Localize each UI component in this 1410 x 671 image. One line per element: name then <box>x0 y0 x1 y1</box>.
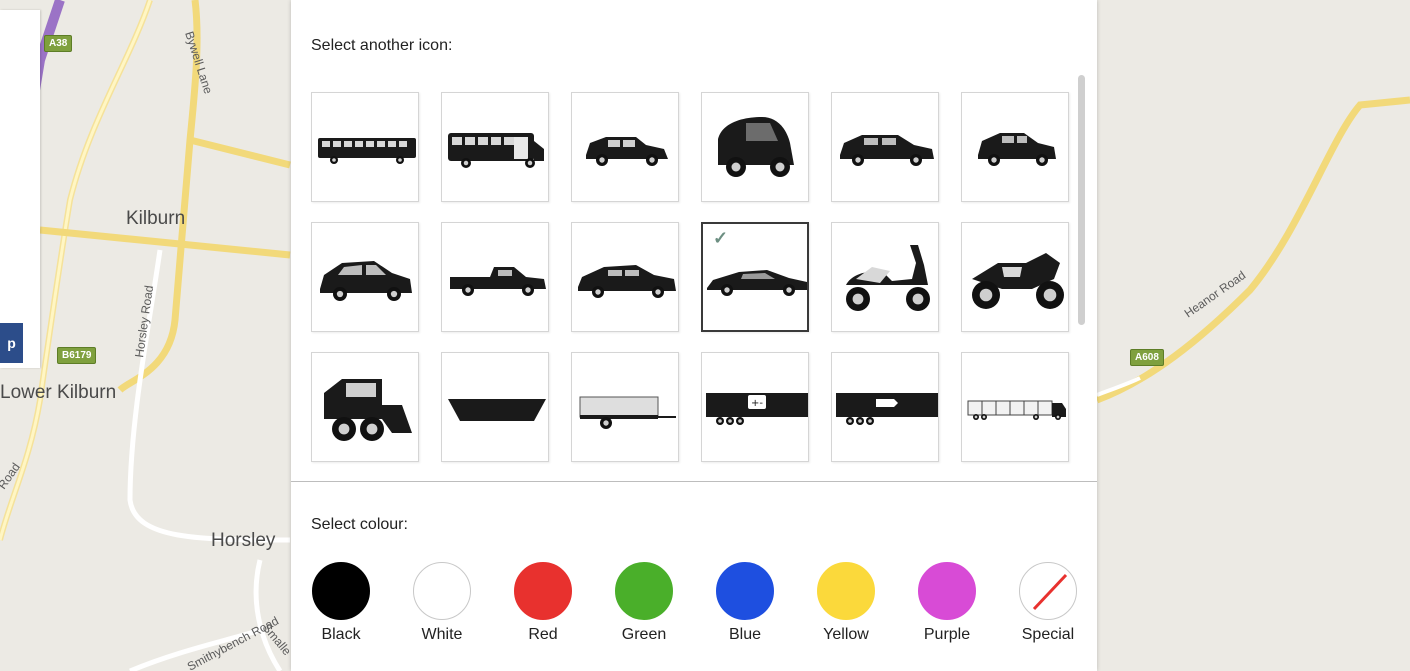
no-colour-icon <box>1032 573 1068 611</box>
icon-tile-pickup-truck[interactable] <box>441 222 549 332</box>
minibus-icon <box>448 133 544 168</box>
icon-tile-scooter[interactable] <box>831 222 939 332</box>
svg-text:+-: +- <box>751 398 763 409</box>
colour-label-red: Red <box>528 626 558 643</box>
road-shield-a608: A608 <box>1130 349 1164 366</box>
hatchback-icon <box>978 133 1056 166</box>
skid-steer-loader-icon <box>324 379 412 441</box>
icon-tile-estate-car[interactable] <box>831 92 939 202</box>
smart-car-icon <box>718 117 794 177</box>
icon-tile-saloon[interactable] <box>571 222 679 332</box>
articulated-lorry-icon <box>967 400 1066 420</box>
icon-tile-skid-steer-loader[interactable] <box>311 352 419 462</box>
estate-car-icon <box>840 135 934 166</box>
scooter-icon <box>846 245 930 311</box>
skip-icon <box>448 399 546 421</box>
colour-swatch-red[interactable] <box>514 562 572 620</box>
saloon-icon <box>578 265 676 298</box>
suv-icon <box>586 137 668 166</box>
icon-grid-scrollbar[interactable] <box>1078 75 1085 325</box>
icon-tile-sports-car[interactable]: ✓ <box>701 222 809 332</box>
battery-trailer-icon: +- <box>706 393 808 425</box>
colour-label-purple: Purple <box>923 626 971 643</box>
colour-label-yellow: Yellow <box>823 626 869 643</box>
tag-trailer-icon <box>836 393 938 425</box>
icon-tile-suv[interactable] <box>571 92 679 202</box>
checkmark-icon: ✓ <box>713 228 729 248</box>
icon-tile-minibus[interactable] <box>441 92 549 202</box>
icon-grid: ✓ +- <box>311 92 1071 464</box>
colour-swatch-white[interactable] <box>413 562 471 620</box>
trailer-icon <box>579 396 676 429</box>
icon-tile-trailer[interactable] <box>571 352 679 462</box>
icon-tile-articulated-lorry[interactable] <box>961 352 1069 462</box>
icon-tile-battery-trailer[interactable]: +- <box>701 352 809 462</box>
icon-section-label: Select another icon: <box>311 37 453 54</box>
icon-tile-motorbike[interactable] <box>961 222 1069 332</box>
colour-swatch-purple[interactable] <box>918 562 976 620</box>
colour-label-green: Green <box>621 626 667 643</box>
place-label-horsley: Horsley <box>211 530 276 551</box>
icon-tile-compact-car[interactable] <box>311 222 419 332</box>
road-shield-b6179: B6179 <box>57 347 97 364</box>
motorbike-icon <box>972 253 1064 309</box>
pickup-truck-icon <box>450 267 546 296</box>
place-label-kilburn: Kilburn <box>126 208 185 229</box>
colour-label-special: Special <box>1021 626 1075 643</box>
place-label-lower-kilburn: Lower Kilburn <box>0 382 116 403</box>
colour-swatch-black[interactable] <box>312 562 370 620</box>
colour-label-white: White <box>421 626 463 643</box>
colour-label-black: Black <box>321 626 361 643</box>
icon-tile-tag-trailer[interactable] <box>831 352 939 462</box>
colour-swatch-blue[interactable] <box>716 562 774 620</box>
colour-swatch-green[interactable] <box>615 562 673 620</box>
compact-car-icon <box>320 261 412 301</box>
background-side-panel <box>0 10 40 368</box>
icon-tile-hatchback[interactable] <box>961 92 1069 202</box>
background-panel-button[interactable]: p <box>0 323 23 363</box>
colour-swatch-yellow[interactable] <box>817 562 875 620</box>
icon-tile-smart-car[interactable] <box>701 92 809 202</box>
colour-label-blue: Blue <box>728 626 762 643</box>
icon-tile-skip[interactable] <box>441 352 549 462</box>
bus-icon <box>318 138 416 164</box>
section-divider <box>291 481 1097 482</box>
colour-section-label: Select colour: <box>311 516 408 533</box>
road-shield-a38: A38 <box>44 35 73 52</box>
icon-picker-dialog: Select another icon: ✓ +- Select colour:… <box>291 0 1097 671</box>
icon-tile-bus[interactable] <box>311 92 419 202</box>
colour-swatch-special[interactable] <box>1019 562 1077 620</box>
